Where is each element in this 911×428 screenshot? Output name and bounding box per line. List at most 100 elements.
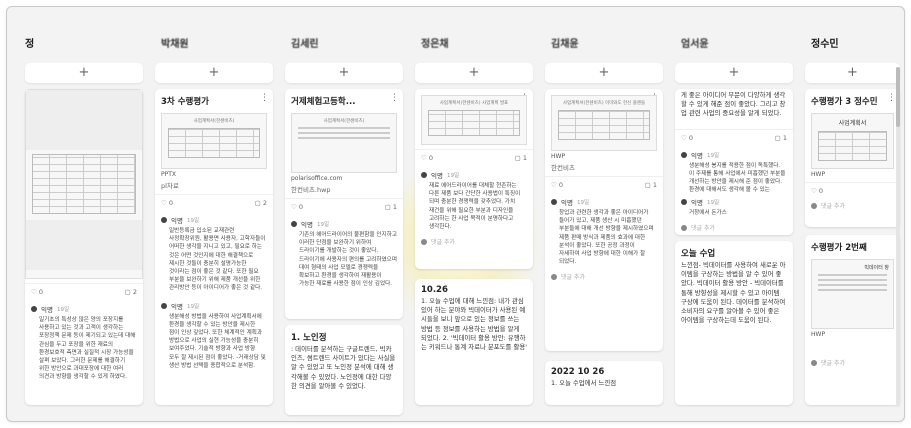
like-count: 0 xyxy=(298,203,304,211)
comment-bubble-icon: ▢ xyxy=(124,288,131,296)
post-card[interactable]: ⋮ 사업계획서(한센비츠) 사업계획 발표 ♡ 0 ▢ 1 익명 19일 재료 … xyxy=(415,89,533,269)
file-thumbnail[interactable]: 사업계획서 xyxy=(811,113,894,169)
file-thumbnail[interactable]: 빅데이터 창 xyxy=(811,259,894,329)
comment-text: 재료 에어드라이어를 대체할 현존하는 다른 제품 보다 간단한 사용법이 특징… xyxy=(429,183,521,231)
add-post-button[interactable]: + xyxy=(155,63,273,83)
file-name: 한컨비츠 xyxy=(551,164,575,172)
comment-button[interactable]: ▢ 2 xyxy=(255,199,267,207)
post-body: 1. 오늘 수업에서 느낀점 xyxy=(551,379,617,387)
author-name: 익명 xyxy=(431,172,443,180)
post-title: 수행평가 3 정수민 xyxy=(811,97,878,107)
file-type: HWP xyxy=(811,171,826,178)
comment-bubble-icon: ▢ xyxy=(774,133,781,142)
add-comment-input[interactable]: 댓글 추가 xyxy=(805,199,900,216)
like-button[interactable]: ♡ 0 xyxy=(421,154,433,162)
add-comment-placeholder: 댓글 추가 xyxy=(821,203,845,210)
padlet-window: 정 + ⋮ ♡ 0 ▢ 2 익명 19일 일기초의 특성상 많은 xyxy=(6,6,905,422)
post-card[interactable]: 2022 10 26 1. 오늘 수업에서 느낀점 xyxy=(545,361,663,405)
doc-title: 사업계획서(한센비츠) 이미와도 헌신 플랜들 xyxy=(562,101,646,106)
column-title: 엄서윤 xyxy=(681,39,709,50)
heart-outline-icon: ♡ xyxy=(811,187,817,195)
add-post-button[interactable]: + xyxy=(285,63,403,83)
comment-bubble-icon: ▢ xyxy=(384,203,391,211)
like-count: 0 xyxy=(38,288,44,296)
comment-button[interactable]: ▢ 1 xyxy=(775,134,787,142)
comment-author: 익명 19일 xyxy=(415,166,533,180)
avatar xyxy=(551,199,557,205)
post-card[interactable]: 수행평가 2번째 빅데이터 창 HWP 댓글 추가 xyxy=(805,235,900,405)
file-source: polarisoffice.com xyxy=(291,175,343,182)
post-card[interactable]: ⋮ 수행평가 3 정수민 사업계획서 HWP ♡ 0 댓글 추가 xyxy=(805,89,900,227)
comment-author: 익명 19일 xyxy=(675,193,793,207)
post-card[interactable]: 1. 노인정 : 데이터를 분석하는 구글트렌드, 빅카인즈, 썸트렌드 사이트… xyxy=(285,325,403,415)
comment-text: 창업과 관련한 생각과 좋은 아이디어가 들어가 있고, 제품 생산 시 미흡했… xyxy=(559,210,654,266)
comment-button[interactable]: ▢ 2 xyxy=(125,288,137,296)
comment-text: 일기초의 특성상 많은 양의 포장지를 사용하고 있는 것과 고객이 생각하는 … xyxy=(39,317,136,381)
post-card[interactable]: 오늘 수업 느낀점- 빅데이터를 사용하여 새로운 아이템을 구상하는 방법을 … xyxy=(675,241,793,405)
comment-button[interactable]: ▢ 1 xyxy=(515,154,527,162)
comment-date: 19일 xyxy=(56,307,70,313)
column-5: 김채윤 + ⋮ 사업계획서(한센비츠) 이미와도 헌신 플랜들 HWP 한컨비츠… xyxy=(545,7,663,421)
post-title: 오늘 수업 xyxy=(681,249,716,259)
add-post-button[interactable]: + xyxy=(675,63,793,83)
avatar xyxy=(681,199,687,205)
comment-date: 19일 xyxy=(186,218,200,224)
kebab-icon[interactable]: ⋮ xyxy=(390,93,399,103)
column-title: 정수민 xyxy=(811,39,839,50)
avatar xyxy=(681,151,687,158)
file-thumbnail[interactable]: 사업계획서(한센비츠) xyxy=(291,113,397,173)
comment-button[interactable]: ▢ 1 xyxy=(645,181,657,189)
avatar xyxy=(161,217,167,223)
post-title: 3차 수행평가 xyxy=(161,97,209,107)
post-card[interactable]: ⋮ ♡ 0 ▢ 2 익명 19일 일기초의 특성상 많은 양의 포장지를 사용하… xyxy=(25,89,143,405)
file-thumbnail[interactable]: 사업계획서(한센비츠) xyxy=(161,113,267,169)
avatar xyxy=(551,273,557,280)
comment-text: 생분해성 방법을 사용하여 사업계획서에 환경을 생각할 수 있는 방안을 제시… xyxy=(169,313,266,369)
post-card[interactable]: ⋮ 사업계획서(한센비츠) 이미와도 헌신 플랜들 HWP 한컨비츠 ♡ 0 ▢… xyxy=(545,89,663,351)
like-button[interactable]: ♡ 0 xyxy=(161,199,173,207)
comment-block: 익명 19일 거창에서 돈가스 댓글 추가 xyxy=(675,193,793,235)
comment-count: 2 xyxy=(262,199,267,207)
comment-button[interactable]: ▢ 1 xyxy=(385,203,397,211)
comment-date: 19일 xyxy=(316,222,330,228)
author-name: 익명 xyxy=(41,306,53,314)
column-6: 엄서윤 + 게 좋은 아이디어 부문이 다양하게 생각 할 수 있게 해준 점이… xyxy=(675,7,793,421)
like-button[interactable]: ♡ 0 xyxy=(811,187,823,195)
heart-outline-icon: ♡ xyxy=(681,133,687,142)
add-comment-input[interactable]: 댓글 추가 xyxy=(675,221,793,235)
file-thumbnail[interactable] xyxy=(25,89,143,279)
column-title: 정 xyxy=(25,39,35,50)
comment-date: 19일 xyxy=(706,152,720,159)
post-title: 10.26 xyxy=(421,285,448,295)
like-button[interactable]: ♡ 0 xyxy=(31,288,43,296)
add-comment-input[interactable]: 댓글 추가 xyxy=(545,270,663,287)
comment-count: 1 xyxy=(652,181,657,189)
add-comment-placeholder: 댓글 추가 xyxy=(821,360,845,367)
post-card[interactable]: ⋮ 거제체험고등학... 사업계획서(한센비츠) polarisoffice.c… xyxy=(285,89,403,319)
heart-outline-icon: ♡ xyxy=(551,181,557,189)
scrollbar-thumb[interactable] xyxy=(896,67,900,127)
add-post-button[interactable]: + xyxy=(545,63,663,83)
like-button[interactable]: ♡ 0 xyxy=(681,134,693,142)
comment-count: 1 xyxy=(392,203,397,211)
add-post-button[interactable]: + xyxy=(805,63,900,83)
post-card[interactable]: ⋮ 3차 수행평가 사업계획서(한센비츠) PPTX pl차료 ♡ 0 ▢ 2 … xyxy=(155,89,273,405)
add-comment-input[interactable]: 댓글 추가 xyxy=(805,356,900,373)
like-button[interactable]: ♡ 0 xyxy=(551,181,563,189)
vertical-scrollbar[interactable] xyxy=(896,67,900,407)
like-button[interactable]: ♡ 0 xyxy=(291,203,303,211)
add-comment-input[interactable]: 댓글 추가 xyxy=(415,235,533,252)
post-card[interactable]: 10.26 1. 오늘 수업에 대해 느낀점: 내가 관심있어 하는 분야와 빅… xyxy=(415,279,533,405)
kebab-icon[interactable]: ⋮ xyxy=(887,93,896,103)
kebab-icon[interactable]: ⋮ xyxy=(260,93,269,103)
avatar xyxy=(161,302,167,309)
comment-text: 일반등록금 입소된 교재관련 사정확장위원, 활용면 사용자, 고학자들이 어떠… xyxy=(169,228,266,292)
add-post-button[interactable]: + xyxy=(25,63,143,83)
comment-count: 1 xyxy=(522,154,527,162)
file-name: pl차료 xyxy=(161,182,179,190)
like-count: 0 xyxy=(558,181,564,189)
add-post-button[interactable]: + xyxy=(415,63,533,83)
file-thumbnail[interactable]: 사업계획서(한센비츠) 사업계획 발표 xyxy=(421,95,527,145)
column-title: 박채원 xyxy=(161,39,189,50)
file-thumbnail[interactable]: 사업계획서(한센비츠) 이미와도 헌신 플랜들 xyxy=(551,95,657,151)
